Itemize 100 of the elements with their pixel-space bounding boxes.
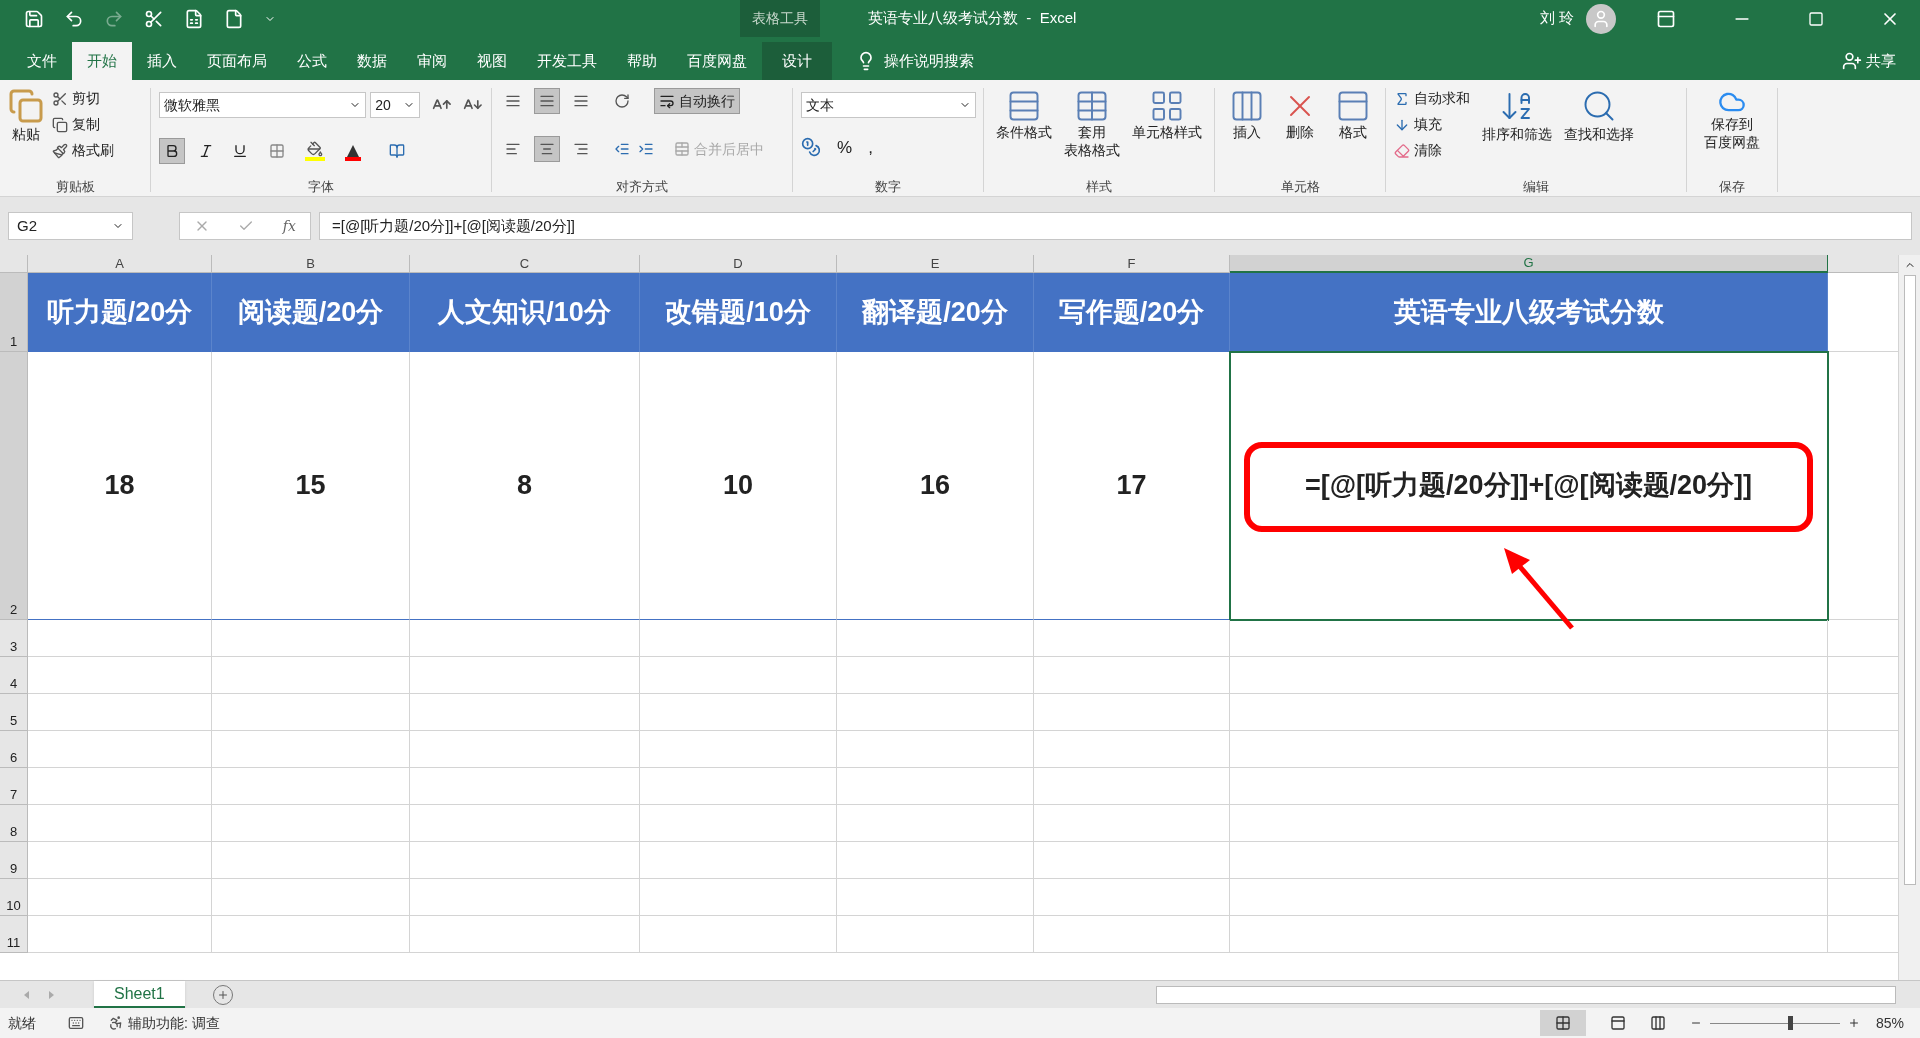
row-header[interactable]: 4 [0, 657, 28, 694]
row-header[interactable]: 3 [0, 620, 28, 657]
plus-icon [216, 988, 229, 1001]
clipboard-command[interactable]: 复制 [52, 114, 114, 135]
table-cell: 10 [640, 352, 837, 620]
row-header[interactable]: 5 [0, 694, 28, 731]
save-icon[interactable] [24, 8, 44, 29]
ribbon-tab[interactable]: 数据 [342, 42, 402, 80]
row-header[interactable]: 9 [0, 842, 28, 879]
formula-field[interactable]: =[@[听力题/20分]]+[@[阅读题/20分]] [319, 212, 1912, 240]
tell-me-search[interactable]: 操作说明搜索 [884, 49, 974, 73]
new-file-icon[interactable] [224, 8, 244, 29]
ribbon-button[interactable]: 套用 表格格式 [1064, 84, 1120, 177]
fill-color-icon[interactable] [305, 141, 325, 162]
align-lines-icon [539, 93, 555, 109]
paste-button[interactable]: 粘贴 [8, 84, 44, 177]
ribbon-tab[interactable]: 文件 [12, 42, 72, 80]
row-header[interactable]: 1 [0, 273, 28, 352]
ribbon-button[interactable]: 排序和筛选 [1482, 84, 1552, 177]
number-format-symbol[interactable]: % [837, 134, 853, 160]
ribbon-button[interactable]: 插入 [1229, 84, 1266, 177]
row-header[interactable]: 10 [0, 879, 28, 916]
share-icon[interactable] [1842, 51, 1862, 71]
number-format-field[interactable]: 文本 [801, 92, 976, 118]
row-header[interactable]: 2 [0, 352, 28, 620]
ribbon-tab[interactable]: 审阅 [402, 42, 462, 80]
page-layout-icon[interactable] [1609, 1015, 1626, 1031]
ribbon-button[interactable]: 单元格样式 [1132, 84, 1202, 177]
ribbon-tab[interactable]: 帮助 [612, 42, 672, 80]
ribbon-tab[interactable]: 设计 [762, 42, 832, 80]
avatar[interactable] [1586, 3, 1616, 34]
number-format-symbol[interactable]: , [868, 134, 873, 160]
row-header[interactable]: 6 [0, 731, 28, 768]
editing-command[interactable]: 填充 [1394, 114, 1470, 135]
editing-command[interactable]: 自动求和 [1394, 88, 1470, 109]
restore-icon[interactable] [1808, 10, 1824, 27]
borders-icon[interactable] [269, 143, 285, 160]
accessibility-status[interactable]: 辅助功能: 调查 [128, 1012, 220, 1034]
zoom-level[interactable]: 85% [1875, 1012, 1904, 1034]
user-name: 刘 玲 [1539, 8, 1574, 29]
accessibility-icon[interactable] [108, 1015, 124, 1031]
phonetic-icon[interactable] [389, 143, 405, 160]
insert-function-button[interactable]: fx [282, 215, 296, 237]
ribbon-tab[interactable]: 开始 [72, 42, 132, 80]
horizontal-align-button[interactable] [534, 136, 560, 163]
bold-toggle[interactable] [159, 138, 185, 165]
column-header[interactable]: C [410, 255, 640, 273]
scissors-icon[interactable] [144, 8, 164, 29]
share-button[interactable]: 共享 [1866, 49, 1896, 73]
ribbon-button[interactable]: 保存到 百度网盘 [1695, 84, 1769, 177]
column-header[interactable]: A [28, 255, 212, 273]
ribbon-display-icon[interactable] [1656, 8, 1676, 29]
ribbon-tab[interactable]: 百度网盘 [672, 42, 762, 80]
font-name-field[interactable]: 微软雅黑 [159, 92, 367, 118]
name-box[interactable]: G2 [8, 212, 133, 240]
italic-icon [198, 143, 214, 160]
clipboard-command[interactable]: 格式刷 [52, 140, 114, 161]
table-header-cell: 翻译题/20分 [837, 273, 1034, 352]
horizontal-scrollbar[interactable] [1156, 985, 1896, 1004]
vertical-scrollbar[interactable] [1898, 255, 1920, 980]
zoom-slider-thumb[interactable] [1787, 1015, 1793, 1030]
sheet-tab[interactable]: Sheet1 [94, 981, 185, 1008]
column-header[interactable]: G [1230, 255, 1828, 273]
clipboard-icon [8, 88, 44, 124]
clipboard-command[interactable]: 剪切 [52, 88, 114, 109]
print-preview-icon[interactable] [184, 8, 204, 29]
group-label: 剪贴板 [55, 177, 95, 196]
ribbon-tab[interactable]: 页面布局 [192, 42, 282, 80]
ribbon-button[interactable]: 条件格式 [996, 84, 1052, 177]
vertical-align-button[interactable] [534, 88, 560, 114]
ribbon-button[interactable]: 删除 [1282, 84, 1318, 177]
row-header[interactable]: 11 [0, 916, 28, 953]
row-header[interactable]: 7 [0, 768, 28, 805]
font-size-field[interactable]: 20 [370, 92, 420, 118]
ribbon-button[interactable]: 查找和选择 [1564, 84, 1634, 177]
table-header-cell: 英语专业八级考试分数 [1230, 273, 1828, 352]
merge-icon [674, 141, 690, 158]
wrap-text-button[interactable]: 自动换行 [654, 88, 740, 114]
undo-icon[interactable] [64, 8, 84, 29]
ribbon-tab[interactable]: 插入 [132, 42, 192, 80]
ribbon-tab[interactable]: 公式 [282, 42, 342, 80]
column-header[interactable]: F [1034, 255, 1230, 273]
orientation-icon[interactable] [614, 93, 630, 109]
ribbon-tab[interactable]: 视图 [462, 42, 522, 80]
row-header[interactable]: 8 [0, 805, 28, 842]
user-silhouette-icon [1591, 8, 1611, 29]
normal-view-button[interactable] [1539, 1010, 1586, 1036]
macro-record-icon[interactable] [68, 1015, 84, 1031]
column-header[interactable]: D [640, 255, 837, 273]
ribbon-tab[interactable]: 开发工具 [522, 42, 612, 80]
currency-icon[interactable] [801, 137, 821, 158]
underline-icon [232, 143, 248, 160]
column-header[interactable]: B [212, 255, 410, 273]
page-break-icon[interactable] [1649, 1015, 1666, 1031]
column-header[interactable]: E [837, 255, 1034, 273]
scroll-thumb[interactable] [1903, 275, 1916, 885]
copy-icon [52, 116, 68, 133]
zoom-in-icon[interactable] [1847, 1017, 1860, 1029]
editing-command[interactable]: 清除 [1394, 140, 1470, 161]
ribbon-button[interactable]: 格式 [1334, 84, 1371, 177]
